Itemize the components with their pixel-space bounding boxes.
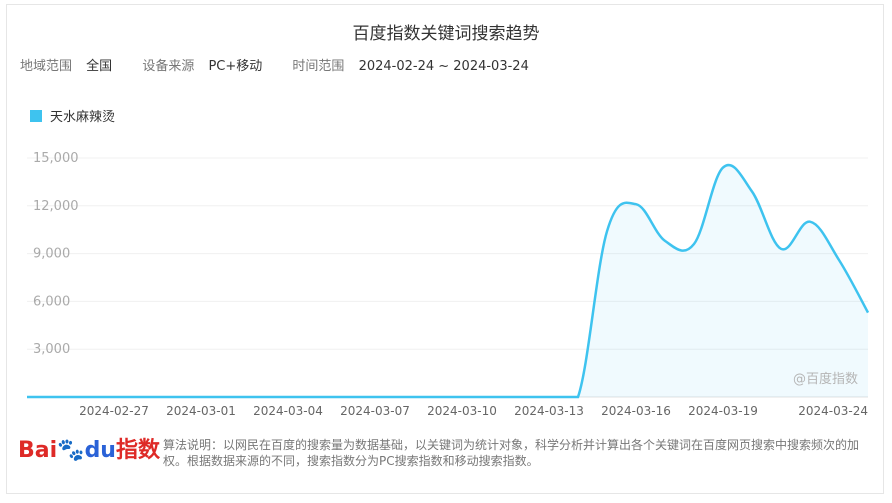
trend-chart: 3,0006,0009,00012,00015,000 2024-02-27 20…	[27, 151, 870, 418]
x-tick-label: 2024-02-27	[79, 404, 149, 418]
y-tick-label: 9,000	[33, 247, 70, 262]
x-tick-label: 2024-03-07	[340, 404, 410, 418]
chart-series	[27, 164, 870, 399]
y-tick-label: 3,000	[33, 342, 70, 357]
baidu-paw-icon: 🐾	[57, 438, 85, 463]
x-tick-label: 2024-03-19	[688, 404, 758, 418]
y-tick-label: 12,000	[33, 199, 79, 214]
y-tick-label: 15,000	[33, 151, 79, 166]
x-tick-label: 2024-03-13	[514, 404, 584, 418]
logo-zhishu: 指数	[115, 438, 160, 463]
chart-watermark: @百度指数	[793, 371, 858, 387]
x-tick-label: 2024-03-01	[166, 404, 236, 418]
x-tick-label: 2024-03-16	[601, 404, 671, 418]
series-area	[27, 165, 868, 397]
y-tick-label: 6,000	[33, 294, 70, 309]
x-tick-label: 2024-03-04	[253, 404, 323, 418]
x-axis-ticks: 2024-02-27 2024-03-01 2024-03-04 2024-03-07…	[79, 404, 868, 418]
algorithm-note: 算法说明：以网民在百度的搜索量为数据基础，以关键词为统计对象，科学分析并计算出各…	[163, 438, 860, 468]
logo-bai: Bai	[18, 438, 58, 463]
logo-du: du	[84, 438, 116, 463]
x-tick-label: 2024-03-24	[798, 404, 868, 418]
x-tick-label: 2024-03-10	[427, 404, 497, 418]
baidu-index-logo: Bai🐾du指数	[18, 432, 160, 464]
